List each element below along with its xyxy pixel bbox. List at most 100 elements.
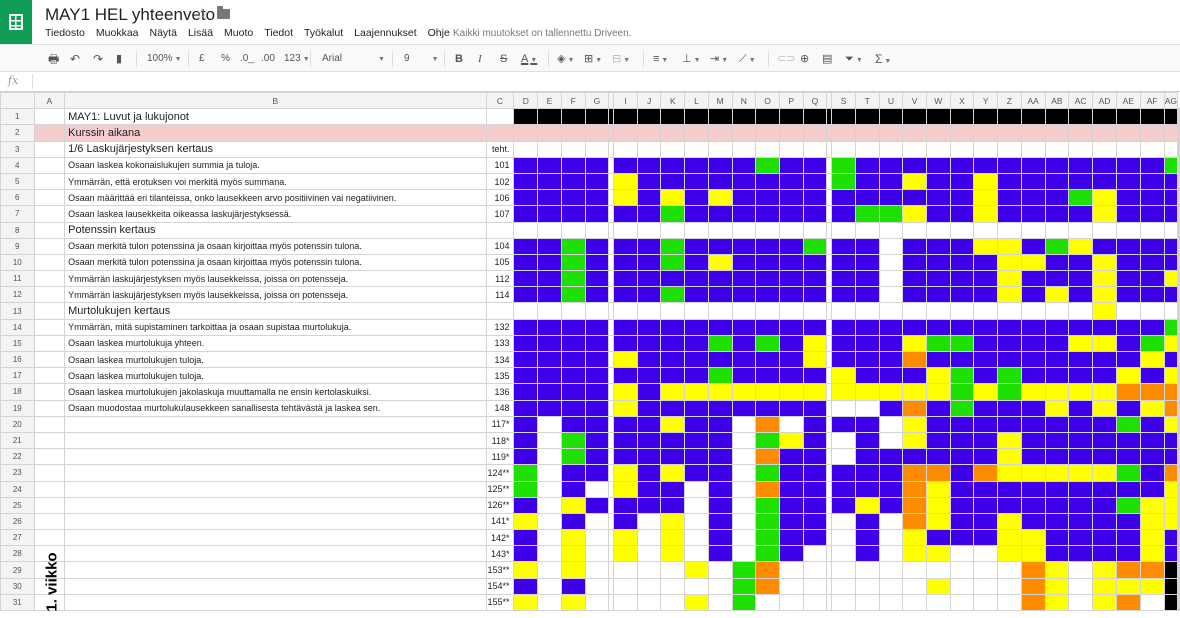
cell-status[interactable] <box>731 529 757 547</box>
cell-status[interactable] <box>854 545 880 563</box>
column-header-i[interactable]: I <box>613 92 638 110</box>
cell-status[interactable] <box>1068 399 1094 417</box>
cell-status[interactable] <box>973 189 999 207</box>
cell-status[interactable] <box>731 448 757 466</box>
cell-status[interactable] <box>1044 205 1070 223</box>
cell-status[interactable] <box>584 464 610 482</box>
cell-status[interactable] <box>537 108 562 126</box>
cell-status[interactable] <box>1068 270 1094 288</box>
cell-status[interactable] <box>1178 205 1180 223</box>
cell-status[interactable] <box>584 221 610 239</box>
cell-status[interactable] <box>613 221 638 239</box>
cell-status[interactable] <box>660 431 686 450</box>
cell-status[interactable] <box>902 561 927 579</box>
cell-status[interactable] <box>537 156 562 174</box>
cell-status[interactable] <box>802 480 828 498</box>
cell-status[interactable] <box>802 350 828 369</box>
cell-status[interactable] <box>973 124 999 142</box>
cell-status[interactable] <box>802 302 828 320</box>
column-header-u[interactable]: U <box>878 92 904 110</box>
cell-status[interactable] <box>973 350 999 369</box>
cell-status[interactable] <box>1163 399 1179 417</box>
cell-status[interactable] <box>878 205 904 223</box>
cell-status[interactable] <box>1092 124 1117 142</box>
cell-status[interactable] <box>636 496 662 514</box>
cell-status[interactable] <box>878 545 904 563</box>
cell-status[interactable] <box>902 464 927 482</box>
cell-b-label[interactable] <box>64 545 487 563</box>
cell-status[interactable] <box>755 286 780 304</box>
cell-status[interactable] <box>513 577 539 595</box>
cell-status[interactable] <box>636 189 662 207</box>
cell-status[interactable] <box>560 253 586 272</box>
cell-status[interactable] <box>831 593 856 612</box>
cell-c-task[interactable]: 119* <box>485 448 515 466</box>
cell-status[interactable] <box>684 529 709 547</box>
cell-status[interactable] <box>778 383 804 401</box>
column-header-m[interactable]: M <box>707 92 733 110</box>
cell-status[interactable] <box>854 350 880 369</box>
cell-status[interactable] <box>613 189 638 207</box>
column-header-ad[interactable]: AD <box>1092 92 1117 110</box>
cell-status[interactable] <box>925 577 951 595</box>
cell-status[interactable] <box>1044 496 1070 514</box>
cell-status[interactable] <box>997 512 1022 531</box>
column-header-s[interactable]: S <box>831 92 856 110</box>
cell-c-task[interactable] <box>485 108 515 126</box>
cell-status[interactable] <box>707 529 733 547</box>
cell-status[interactable] <box>584 140 610 158</box>
cell-status[interactable] <box>902 334 927 353</box>
cell-b-label[interactable] <box>64 480 487 498</box>
cell-status[interactable] <box>731 496 757 514</box>
cell-status[interactable] <box>1044 367 1070 385</box>
cell-status[interactable] <box>925 286 951 304</box>
cell-c-task[interactable]: 142* <box>485 529 515 547</box>
cell-status[interactable] <box>973 512 999 531</box>
cell-status[interactable] <box>613 545 638 563</box>
star-icon[interactable]: ☆ <box>195 4 209 24</box>
cell-status[interactable] <box>997 124 1022 142</box>
cell-status[interactable] <box>1115 545 1141 563</box>
cell-status[interactable] <box>778 108 804 126</box>
cell-status[interactable] <box>902 350 927 369</box>
cell-status[interactable] <box>925 545 951 563</box>
cell-status[interactable] <box>755 334 780 353</box>
cell-status[interactable] <box>1044 561 1070 579</box>
cell-status[interactable] <box>584 156 610 174</box>
cell-status[interactable] <box>902 270 927 288</box>
cell-status[interactable] <box>925 172 951 191</box>
cell-status[interactable] <box>1115 431 1141 450</box>
cell-status[interactable] <box>949 318 975 336</box>
cell-status[interactable] <box>1178 270 1180 288</box>
cell-status[interactable] <box>878 480 904 498</box>
cell-status[interactable] <box>755 108 780 126</box>
cell-status[interactable] <box>731 350 757 369</box>
cell-status[interactable] <box>854 512 880 531</box>
cell-status[interactable] <box>584 367 610 385</box>
cell-a[interactable] <box>33 253 66 272</box>
cell-status[interactable] <box>878 302 904 320</box>
cell-status[interactable] <box>560 577 586 595</box>
cell-status[interactable] <box>1068 383 1094 401</box>
cell-status[interactable] <box>660 270 686 288</box>
column-header-ae[interactable]: AE <box>1115 92 1141 110</box>
cell-a[interactable] <box>33 124 66 142</box>
cell-status[interactable] <box>660 286 686 304</box>
cell-status[interactable] <box>1115 480 1141 498</box>
cell-b-label[interactable] <box>64 577 487 595</box>
cell-status[interactable] <box>1044 253 1070 272</box>
cell-status[interactable] <box>854 577 880 595</box>
cell-status[interactable] <box>1044 431 1070 450</box>
merge-cells-icon[interactable]: ⊟ ▼ <box>612 51 630 67</box>
cell-c-task[interactable]: 105 <box>485 253 515 272</box>
cell-status[interactable] <box>997 431 1022 450</box>
cell-status[interactable] <box>1163 237 1179 255</box>
cell-status[interactable] <box>707 399 733 417</box>
cell-status[interactable] <box>778 124 804 142</box>
cell-status[interactable] <box>731 205 757 223</box>
cell-status[interactable] <box>1092 318 1117 336</box>
cell-status[interactable] <box>1178 593 1180 612</box>
cell-status[interactable] <box>902 367 927 385</box>
cell-status[interactable] <box>854 431 880 450</box>
cell-status[interactable] <box>584 431 610 450</box>
